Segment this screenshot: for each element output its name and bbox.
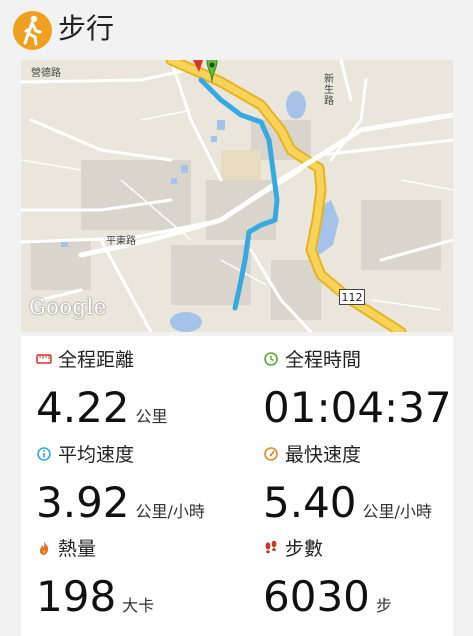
stat-unit: 大卡 bbox=[122, 596, 155, 615]
stat-unit: 公里 bbox=[135, 407, 168, 426]
stat-calories: 熱量 198 大卡 bbox=[36, 537, 236, 632]
stat-label: 最快速度 bbox=[285, 444, 362, 466]
stat-label: 全程時間 bbox=[285, 349, 362, 371]
ruler-icon bbox=[36, 354, 52, 364]
walking-person-icon bbox=[13, 11, 52, 50]
road-label: 平東路 bbox=[106, 236, 136, 247]
clock-icon bbox=[264, 352, 278, 366]
stat-label: 平均速度 bbox=[58, 444, 135, 466]
stats-panel: 全程距離 4.22 公里 全程時間 01:04:37 平均速度 3.92 公里/小時… bbox=[21, 336, 453, 636]
stat-duration: 全程時間 01:04:37 bbox=[263, 348, 463, 443]
app-header: 步行 bbox=[0, 0, 473, 58]
stat-label: 步數 bbox=[285, 538, 324, 560]
stat-distance: 全程距離 4.22 公里 bbox=[36, 348, 236, 443]
stat-steps: 步數 6030 步 bbox=[263, 537, 463, 632]
stat-max-speed: 最快速度 5.40 公里/小時 bbox=[263, 443, 463, 538]
footprints-icon bbox=[265, 540, 277, 554]
stat-value: 01:04:37 bbox=[263, 383, 452, 432]
stat-value: 198 大卡 bbox=[36, 572, 155, 621]
page-title: 步行 bbox=[58, 12, 115, 45]
stat-value: 6030 步 bbox=[263, 572, 392, 621]
stat-value: 4.22 公里 bbox=[36, 383, 168, 432]
stat-label: 全程距離 bbox=[58, 349, 135, 371]
google-logo: Google bbox=[29, 295, 107, 319]
speedometer-icon bbox=[264, 447, 278, 461]
road-label: 營德路 bbox=[31, 68, 61, 79]
stat-value: 5.40 公里/小時 bbox=[263, 478, 432, 527]
stat-unit: 公里/小時 bbox=[135, 502, 205, 521]
stat-unit: 公里/小時 bbox=[362, 502, 432, 521]
route-map[interactable]: 營德路 平東路 新生路 112 Google bbox=[21, 60, 453, 332]
map-canvas bbox=[21, 60, 453, 332]
flame-icon bbox=[39, 541, 49, 555]
stat-avg-speed: 平均速度 3.92 公里/小時 bbox=[36, 443, 236, 538]
route-shield: 112 bbox=[339, 289, 365, 305]
stat-label: 熱量 bbox=[58, 538, 97, 560]
stat-value: 3.92 公里/小時 bbox=[36, 478, 205, 527]
info-icon bbox=[37, 447, 51, 461]
stat-unit: 步 bbox=[375, 596, 392, 615]
road-label: 新生路 bbox=[324, 74, 334, 107]
